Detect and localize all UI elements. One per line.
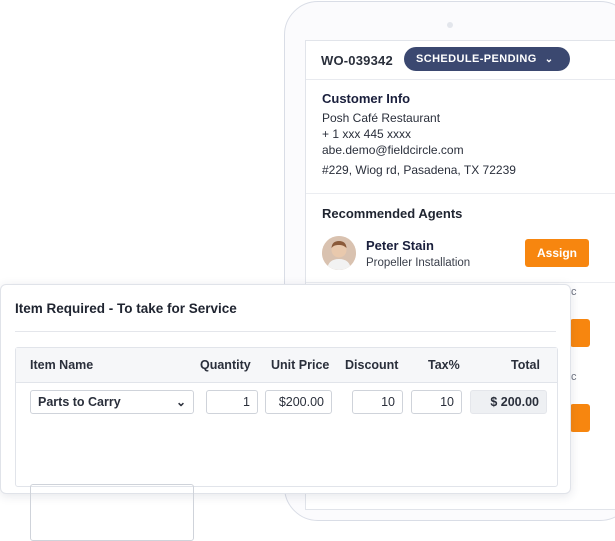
column-header-tax: Tax% [428,358,460,372]
column-header-total: Total [511,358,540,372]
chevron-down-icon: ⌄ [175,395,186,409]
table-header: Item Name Quantity Unit Price Discount T… [16,348,557,383]
item-required-card: Item Required - To take for Service Item… [0,284,571,541]
assign-button[interactable] [570,319,590,347]
card-title: Item Required - To take for Service [15,301,237,316]
customer-info-title: Customer Info [322,91,411,106]
items-table: Item Name Quantity Unit Price Discount T… [15,347,558,541]
tax-input[interactable]: 10 [411,390,462,414]
item-select[interactable]: Parts to Carry ⌄ [30,390,194,414]
column-header-quantity: Quantity [200,358,251,372]
camera-dot [447,22,453,28]
agent-name: Peter Stain [366,238,434,253]
customer-address: #229, Wiog rd, Pasadena, TX 72239 [322,163,516,177]
item-select-value: Parts to Carry [38,395,121,409]
column-header-discount: Discount [345,358,399,372]
status-label: SCHEDULE-PENDING [416,53,537,65]
partial-text: c [571,286,577,298]
work-order-number: WO-039342 [321,53,393,68]
assign-button[interactable]: Assign [525,239,589,267]
avatar [322,236,356,270]
customer-email[interactable]: abe.demo@fieldcircle.com [322,143,464,157]
partial-text: c [571,371,577,383]
assign-button[interactable] [570,404,590,432]
column-header-item-name: Item Name [30,358,94,372]
customer-phone: + 1 xxx 445 xxxx [322,127,412,141]
quantity-input[interactable]: 1 [206,390,258,414]
divider [306,193,615,194]
work-order-header: WO-039342 SCHEDULE-PENDING ⌄ [306,41,615,80]
unit-price-input[interactable]: $200.00 [265,390,332,414]
recommended-agents-title: Recommended Agents [322,206,463,221]
divider [15,331,556,332]
discount-input[interactable]: 10 [352,390,403,414]
item-notes-textarea[interactable] [30,484,194,541]
agent-role: Propeller Installation [366,257,471,269]
chevron-down-icon: ⌄ [544,53,554,65]
divider [306,282,615,283]
column-header-unit-price: Unit Price [271,358,330,372]
total-field: $ 200.00 [470,390,547,414]
status-dropdown[interactable]: SCHEDULE-PENDING ⌄ [404,47,570,71]
customer-name: Posh Café Restaurant [322,111,441,125]
